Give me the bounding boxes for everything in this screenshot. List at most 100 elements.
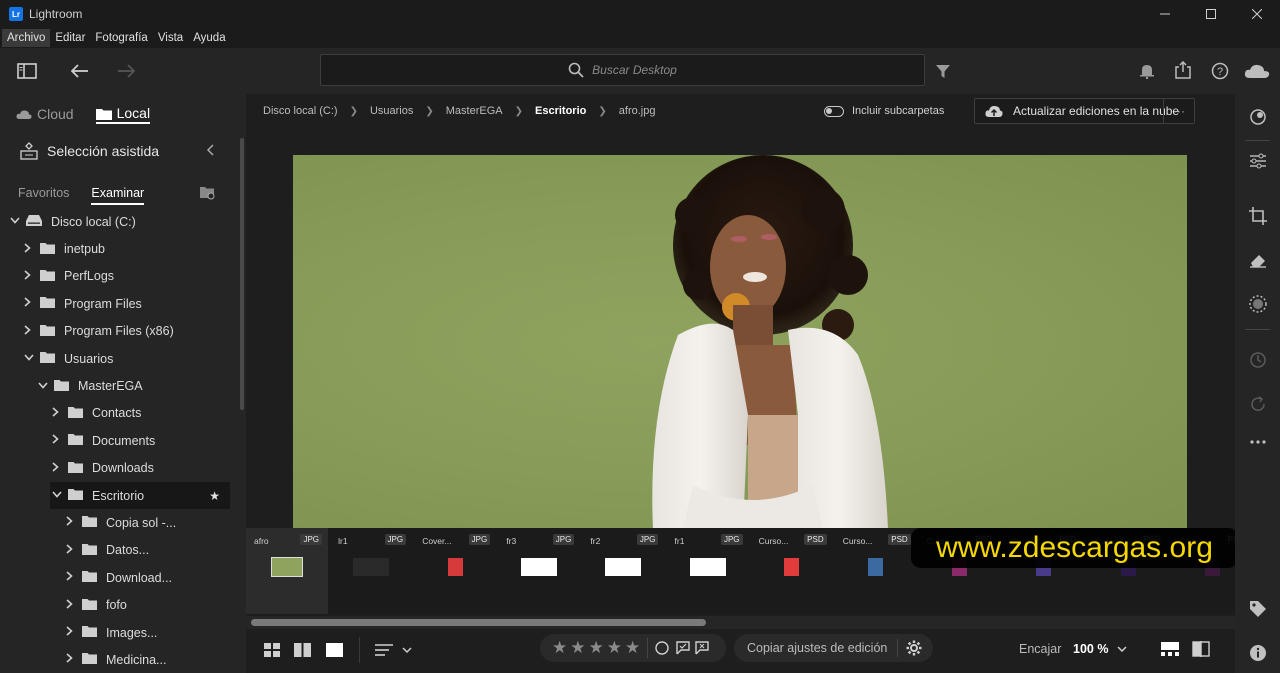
back-button[interactable] [68, 59, 92, 83]
tree-item[interactable]: Program Files [0, 290, 240, 317]
flag-pick-icon[interactable] [676, 641, 690, 655]
tree-item[interactable]: MasterEGA [0, 372, 240, 399]
tab-cloud[interactable]: Cloud [16, 104, 74, 124]
chevron-right-icon[interactable] [66, 626, 78, 639]
crop-button[interactable] [1235, 201, 1280, 231]
star-rating-4[interactable]: ★ [607, 638, 622, 658]
tree-item[interactable]: Documents [0, 427, 240, 454]
gear-icon[interactable] [906, 640, 922, 656]
minimize-button[interactable] [1142, 0, 1188, 28]
filmstrip-thumbnail[interactable]: Curso... PSD [751, 528, 833, 614]
chevron-right-icon[interactable] [52, 434, 64, 447]
chevron-down-icon[interactable] [52, 490, 64, 501]
notifications-button[interactable] [1137, 61, 1157, 81]
chevron-right-icon[interactable] [24, 270, 36, 283]
zoom-value[interactable]: 100 % [1073, 642, 1108, 656]
filmstrip-toggle-button[interactable] [1159, 639, 1181, 659]
more-options-button[interactable]: ··· [1163, 99, 1194, 123]
include-subfolders-toggle[interactable]: Incluir subcarpetas [824, 105, 944, 117]
forward-button[interactable] [114, 59, 138, 83]
breadcrumb-item[interactable]: Escritorio [535, 105, 586, 117]
keywords-button[interactable] [1235, 594, 1280, 624]
tree-item[interactable]: Program Files (x86) [0, 318, 240, 345]
filmstrip-thumbnail[interactable]: Cover... JPG [414, 528, 496, 614]
tab-local[interactable]: Local [95, 104, 151, 124]
breadcrumb-item[interactable]: Usuarios [370, 105, 413, 117]
tree-item[interactable]: fofo [0, 591, 240, 618]
chevron-right-icon[interactable] [66, 599, 78, 612]
star-rating-2[interactable]: ★ [570, 638, 585, 658]
tree-item[interactable]: Medicina... [0, 646, 240, 673]
update-cloud-edits-button[interactable]: Actualizar ediciones en la nube ··· [974, 98, 1195, 124]
fit-label[interactable]: Encajar [1019, 642, 1061, 656]
filmstrip-thumbnail[interactable]: fr3 JPG [498, 528, 580, 614]
tree-item[interactable]: Downloads [0, 455, 240, 482]
tab-examinar[interactable]: Examinar [91, 186, 145, 205]
star-rating-1[interactable]: ★ [552, 638, 567, 658]
search-input[interactable]: Buscar Desktop [320, 54, 925, 86]
breadcrumb-item[interactable]: MasterEGA [446, 105, 503, 117]
filmstrip-thumbnail[interactable]: Curso... PSD [835, 528, 917, 614]
filter-button[interactable] [933, 61, 953, 81]
chevron-right-icon[interactable] [24, 242, 36, 256]
menu-fotografia[interactable]: Fotografía [90, 29, 152, 47]
chevron-right-icon[interactable] [52, 462, 64, 475]
flag-reject-icon[interactable] [695, 641, 709, 655]
filmstrip-thumbnail[interactable]: fr1 JPG [667, 528, 749, 614]
share-button[interactable] [1172, 59, 1194, 81]
menu-archivo[interactable]: Archivo [2, 29, 51, 47]
versions-button[interactable] [1235, 389, 1280, 419]
tree-item[interactable]: Usuarios [0, 345, 240, 372]
grid-view-button[interactable] [262, 640, 282, 660]
healing-button[interactable] [1235, 245, 1280, 275]
chevron-down-icon[interactable] [24, 353, 36, 364]
close-button[interactable] [1234, 0, 1280, 28]
menu-editar[interactable]: Editar [50, 29, 90, 47]
chevron-right-icon[interactable] [24, 325, 36, 338]
edit-button[interactable] [1235, 146, 1280, 176]
info-button[interactable] [1235, 638, 1280, 668]
chevron-down-icon[interactable] [38, 381, 50, 392]
compare-view-button[interactable] [292, 640, 312, 660]
chevron-down-icon[interactable] [10, 216, 22, 227]
star-rating-5[interactable]: ★ [625, 638, 640, 658]
copy-edit-settings-button[interactable]: Copiar ajustes de edición [747, 641, 887, 655]
filmstrip-scrollbar[interactable] [251, 619, 706, 626]
chevron-right-icon[interactable] [24, 297, 36, 310]
presets-button[interactable] [1235, 102, 1280, 132]
tree-item[interactable]: Images... [0, 619, 240, 646]
breadcrumb-item[interactable]: Disco local (C:) [263, 105, 338, 117]
chevron-right-icon[interactable] [66, 653, 78, 666]
chevron-right-icon[interactable] [66, 544, 78, 557]
tree-item[interactable]: Download... [0, 564, 240, 591]
assisted-selection-row[interactable]: Selección asistida [20, 142, 220, 160]
menu-vista[interactable]: Vista [153, 29, 188, 47]
chevron-right-icon[interactable] [66, 516, 78, 529]
tree-item[interactable]: Copia sol -... [0, 509, 240, 536]
tree-item[interactable]: inetpub [0, 235, 240, 262]
add-folder-button[interactable] [200, 186, 216, 203]
filmstrip-thumbnail[interactable]: afro JPG [246, 528, 328, 614]
chevron-right-icon[interactable] [52, 407, 64, 420]
before-after-button[interactable] [1190, 639, 1212, 659]
filmstrip-thumbnail[interactable]: fr2 JPG [582, 528, 664, 614]
chevron-right-icon[interactable] [66, 571, 78, 584]
tree-item[interactable]: Contacts [0, 400, 240, 427]
maximize-button[interactable] [1188, 0, 1234, 28]
help-button[interactable]: ? [1209, 60, 1231, 82]
left-scrollbar[interactable] [240, 138, 244, 410]
toggle-switch[interactable] [824, 105, 844, 117]
menu-ayuda[interactable]: Ayuda [188, 29, 230, 47]
tree-item[interactable]: Datos... [0, 537, 240, 564]
history-button[interactable] [1235, 345, 1280, 375]
tree-item[interactable]: Escritorio ★ [50, 481, 230, 510]
sort-button[interactable] [373, 640, 413, 660]
reject-circle-icon[interactable] [655, 641, 669, 655]
favorite-star-icon[interactable]: ★ [209, 489, 220, 503]
filmstrip-thumbnail[interactable]: lr1 JPG [330, 528, 412, 614]
star-rating-3[interactable]: ★ [589, 638, 604, 658]
toggle-panel-button[interactable] [14, 59, 40, 83]
collapse-chevron-icon[interactable] [206, 143, 214, 159]
zoom-dropdown-button[interactable] [1115, 642, 1129, 656]
tab-favoritos[interactable]: Favoritos [18, 186, 69, 205]
